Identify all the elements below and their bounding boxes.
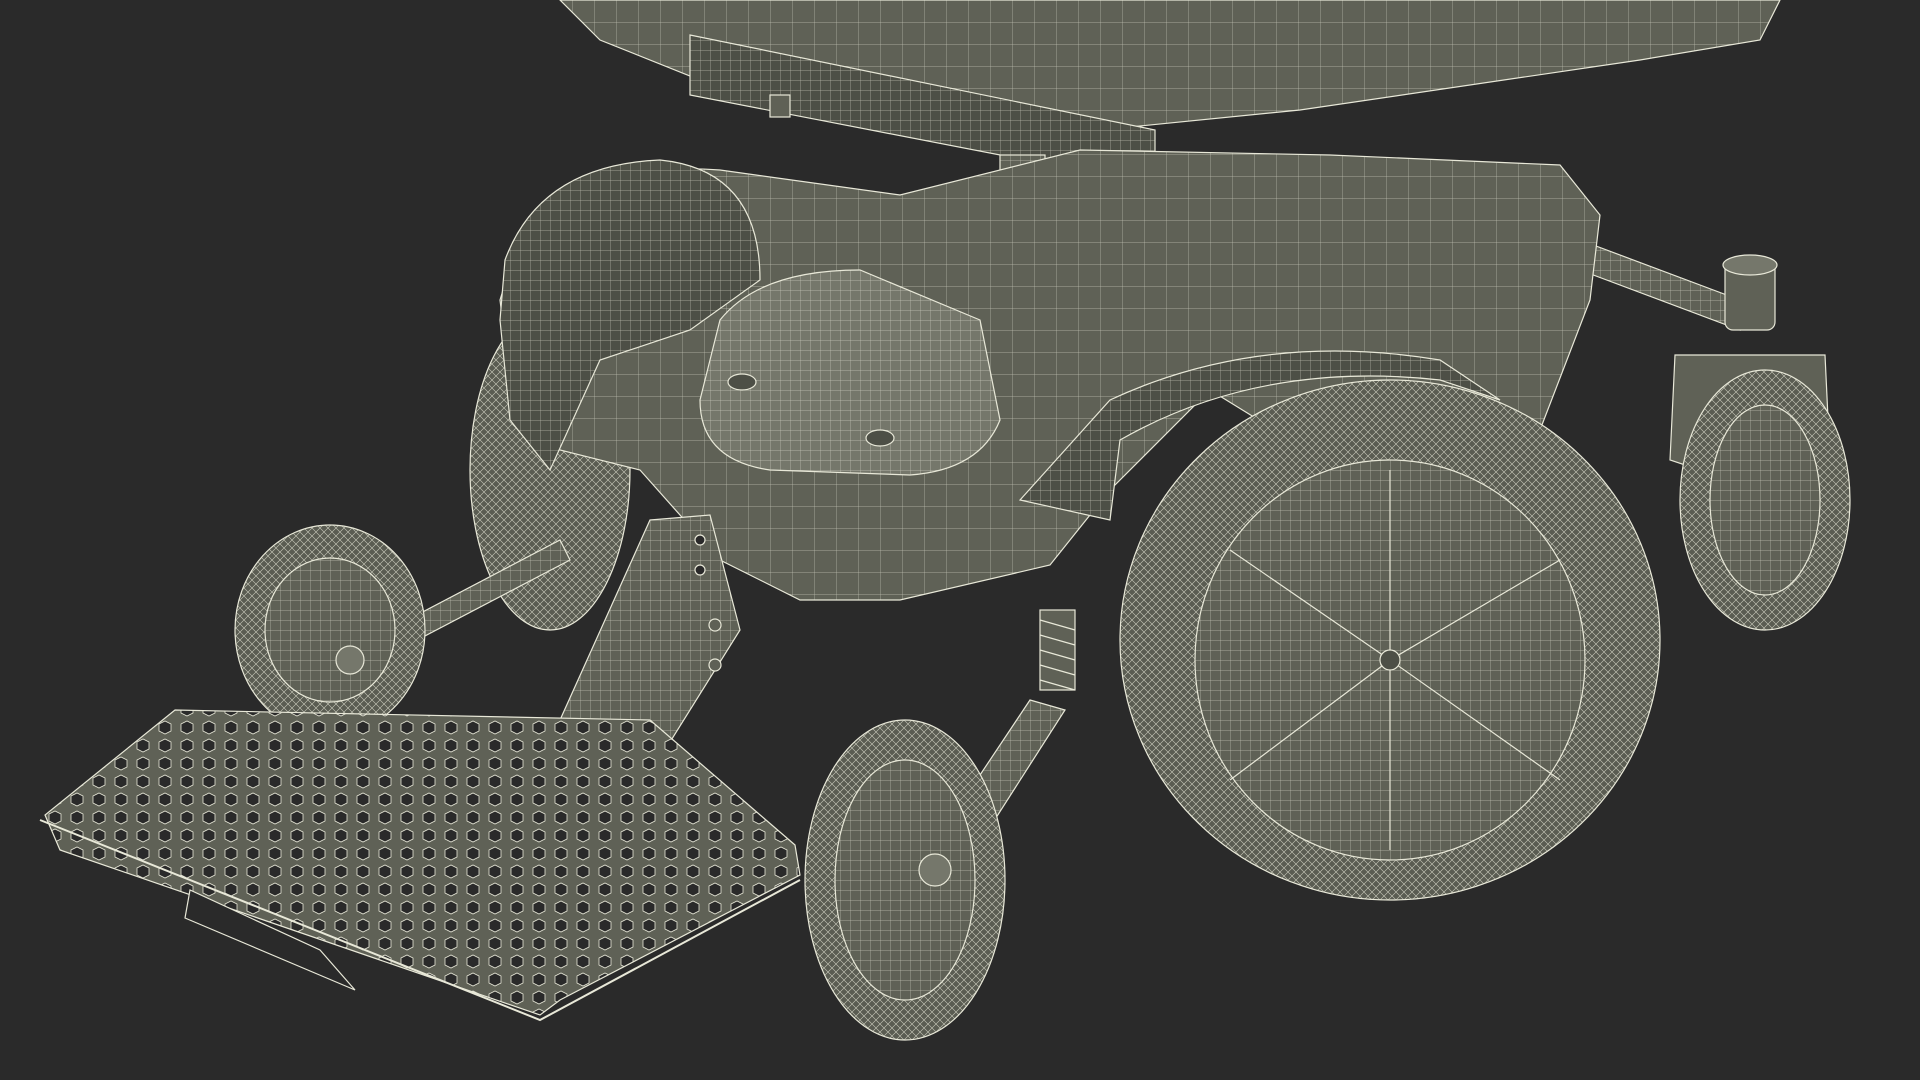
suspension-spring xyxy=(1039,609,1076,691)
left-front-caster-wheel xyxy=(234,524,426,736)
wheelchair-wireframe-model xyxy=(39,0,1851,1041)
right-drive-wheel xyxy=(1119,379,1661,901)
rear-caster-wheel xyxy=(1679,369,1851,631)
wireframe-render-viewport xyxy=(0,0,1920,1080)
right-front-caster-wheel xyxy=(804,719,1006,1041)
footplate xyxy=(39,709,801,1022)
